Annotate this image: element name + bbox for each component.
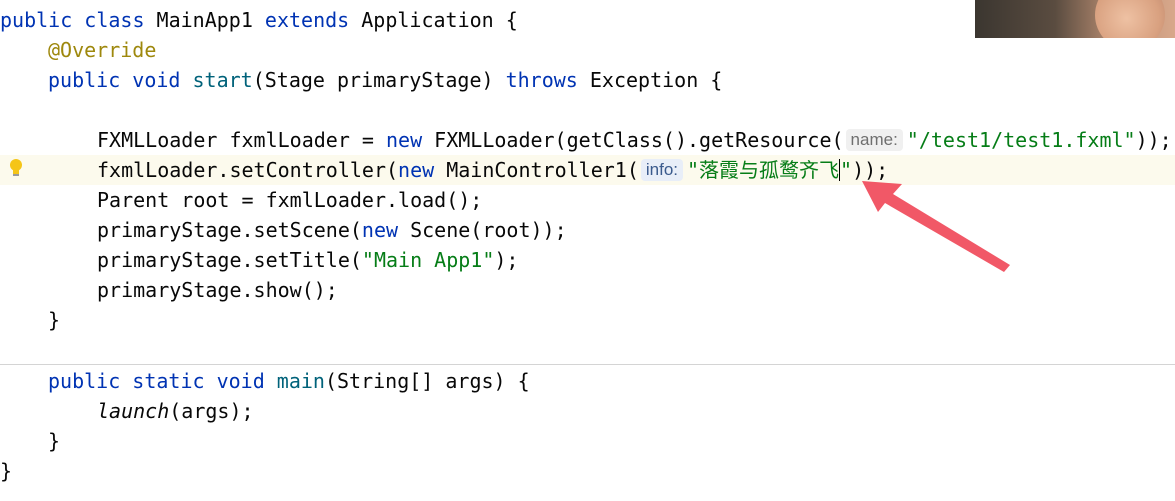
- token-keyword: new: [398, 158, 435, 182]
- code-line-2[interactable]: @Override: [0, 35, 1175, 65]
- token-string: "/test1/test1.fxml": [906, 128, 1136, 152]
- token-text: ));: [852, 158, 889, 182]
- code-line-3[interactable]: public void start(Stage primaryStage) th…: [0, 65, 1175, 95]
- token-string: "落霞与孤鹜齐飞: [687, 158, 840, 182]
- token-method: main: [264, 369, 325, 393]
- code-line-6-current[interactable]: fxmlLoader.setController(new MainControl…: [0, 155, 1175, 185]
- token-brace: }: [0, 459, 13, 483]
- code-line-7[interactable]: Parent root = fxmlLoader.load();: [0, 185, 1175, 215]
- token-keyword: new: [385, 128, 423, 152]
- token-brace: }: [48, 308, 61, 332]
- code-line-11[interactable]: }: [0, 305, 1175, 335]
- token-annotation: @Override: [48, 38, 157, 62]
- token-string: "Main App1": [361, 248, 495, 272]
- code-line-9[interactable]: primaryStage.setTitle("Main App1");: [0, 245, 1175, 275]
- token-class-name: MainApp1: [144, 8, 265, 32]
- token-string-quote: ": [840, 158, 853, 182]
- lightbulb-icon[interactable]: [8, 158, 24, 180]
- webcam-overlay: [975, 0, 1175, 38]
- code-line-14[interactable]: launch(args);: [0, 396, 1175, 426]
- parameter-hint-info: info:: [640, 159, 683, 181]
- token-text: FXMLLoader(getClass().getResource(: [422, 128, 844, 152]
- token-text: );: [494, 248, 519, 272]
- token-text: Application {: [349, 8, 518, 32]
- token-keyword: new: [361, 218, 399, 242]
- parameter-hint-name: name:: [845, 129, 903, 151]
- presenter-face: [1095, 0, 1165, 38]
- token-keyword: throws: [505, 68, 578, 92]
- token-text: primaryStage.setTitle(: [97, 248, 362, 272]
- code-line-16[interactable]: }: [0, 456, 1175, 486]
- code-editor[interactable]: public class MainApp1 extends Applicatio…: [0, 0, 1175, 501]
- method-separator: [0, 364, 1175, 365]
- token-keyword: public static void: [48, 369, 265, 393]
- code-line-13[interactable]: public static void main(String[] args) {: [0, 366, 1175, 396]
- token-text: (Stage primaryStage): [252, 68, 506, 92]
- token-text: Exception {: [577, 68, 723, 92]
- token-text: FXMLLoader fxmlLoader =: [97, 128, 386, 152]
- token-text: Parent root = fxmlLoader.load();: [97, 188, 483, 212]
- token-text: (args);: [169, 399, 254, 423]
- token-text: MainController1(: [434, 158, 639, 182]
- token-brace: }: [48, 429, 61, 453]
- token-text: (String[] args) {: [324, 369, 530, 393]
- code-line-15[interactable]: }: [0, 426, 1175, 456]
- token-method: start: [180, 68, 253, 92]
- token-keyword: public class: [0, 8, 145, 32]
- token-text: ));: [1135, 128, 1172, 152]
- token-static-call: launch: [97, 399, 170, 423]
- token-keyword: extends: [264, 8, 350, 32]
- token-text: primaryStage.setScene(: [97, 218, 362, 242]
- code-line-8[interactable]: primaryStage.setScene(new Scene(root));: [0, 215, 1175, 245]
- token-text: fxmlLoader.setController(: [97, 158, 399, 182]
- token-text: Scene(root));: [398, 218, 567, 242]
- code-line-10[interactable]: primaryStage.show();: [0, 275, 1175, 305]
- token-text: primaryStage.show();: [97, 278, 338, 302]
- code-line-5[interactable]: FXMLLoader fxmlLoader = new FXMLLoader(g…: [0, 125, 1175, 155]
- token-keyword: public void: [48, 68, 181, 92]
